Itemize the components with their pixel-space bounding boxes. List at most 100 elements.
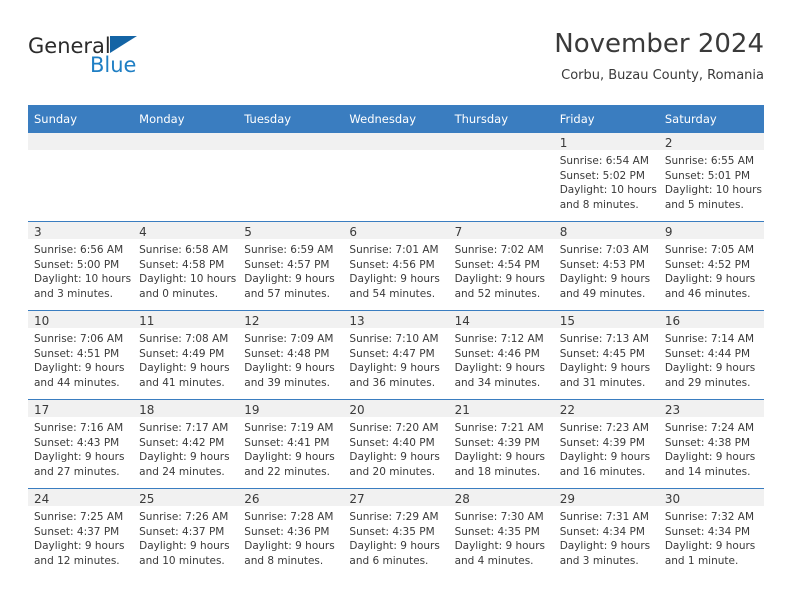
daylight-text-line2: and 20 minutes.	[349, 465, 436, 478]
calendar-day-cell[interactable]: 2 Sunrise: 6:55 AM Sunset: 5:01 PM Daylight…	[658, 133, 764, 222]
calendar-day-cell[interactable]: 4 Sunrise: 6:58 AM Sunset: 4:58 PM Daylight…	[133, 221, 239, 311]
sunrise-text: Sunrise: 7:23 AM	[559, 422, 649, 434]
day-cell-inner: 1 Sunrise: 6:54 AM Sunset: 5:02 PM Daylight…	[553, 133, 659, 221]
day-number-band	[238, 133, 344, 150]
sunrise-text: Sunrise: 7:05 AM	[664, 244, 755, 256]
day-cell-inner: 18 Sunrise: 7:17 AM Sunset: 4:42 PM Dayligh…	[133, 400, 239, 488]
calendar-day-cell[interactable]: 9 Sunrise: 7:05 AM Sunset: 4:52 PM Daylight…	[658, 221, 764, 311]
day-cell-details: Sunrise: 7:28 AM Sunset: 4:36 PM Daylight:…	[238, 506, 343, 568]
calendar-day-cell[interactable]: 16 Sunrise: 7:14 AM Sunset: 4:44 PM Dayligh…	[658, 310, 764, 400]
calendar-day-cell[interactable]: 15 Sunrise: 7:13 AM Sunset: 4:45 PM Dayligh…	[553, 310, 659, 400]
brand-logo[interactable]: General Blue	[28, 34, 228, 86]
sunset-text: Sunset: 4:52 PM	[664, 258, 751, 271]
sunset-text: Sunset: 4:39 PM	[454, 436, 540, 449]
day-number-band: 30	[658, 489, 764, 506]
sunset-text: Sunset: 4:40 PM	[349, 436, 435, 449]
day-number-band: 6	[343, 222, 449, 239]
daylight-text-line2: and 4 minutes.	[454, 554, 534, 567]
daylight-text-line1: Daylight: 9 hours	[139, 451, 230, 464]
day-number-band: 14	[448, 311, 554, 328]
sunrise-text: Sunrise: 7:20 AM	[349, 422, 439, 434]
day-number: 29	[559, 492, 575, 506]
calendar-day-cell[interactable]: 28 Sunrise: 7:30 AM Sunset: 4:35 PM Dayligh…	[448, 488, 554, 577]
calendar-day-cell[interactable]: 3 Sunrise: 6:56 AM Sunset: 5:00 PM Daylight…	[28, 221, 134, 311]
day-cell-inner: 30 Sunrise: 7:32 AM Sunset: 4:34 PM Dayligh…	[658, 489, 764, 577]
day-number: 11	[139, 314, 155, 328]
daylight-text-line1: Daylight: 9 hours	[139, 540, 230, 553]
day-number-band	[448, 133, 554, 150]
calendar-day-cell[interactable]: 25 Sunrise: 7:26 AM Sunset: 4:37 PM Dayligh…	[133, 488, 239, 577]
sunset-text: Sunset: 4:54 PM	[454, 258, 540, 271]
calendar-day-cell[interactable]: 12 Sunrise: 7:09 AM Sunset: 4:48 PM Dayligh…	[238, 310, 344, 400]
calendar-day-cell[interactable]: 19 Sunrise: 7:19 AM Sunset: 4:41 PM Dayligh…	[238, 399, 344, 489]
day-cell-inner: 3 Sunrise: 6:56 AM Sunset: 5:00 PM Daylight…	[28, 222, 134, 310]
day-cell-inner: 7 Sunrise: 7:02 AM Sunset: 4:54 PM Daylight…	[448, 222, 554, 310]
calendar-day-cell[interactable]: 27 Sunrise: 7:29 AM Sunset: 4:35 PM Dayligh…	[343, 488, 449, 577]
day-number: 27	[349, 492, 365, 506]
daylight-text-line1: Daylight: 9 hours	[664, 540, 756, 553]
calendar-day-cell[interactable]: 24 Sunrise: 7:25 AM Sunset: 4:37 PM Dayligh…	[28, 488, 134, 577]
day-cell-details: Sunrise: 6:54 AM Sunset: 5:02 PM Daylight:…	[554, 150, 659, 212]
page-title: November 2024	[554, 29, 764, 59]
sunrise-text: Sunrise: 7:14 AM	[664, 333, 755, 345]
day-cell-details: Sunrise: 7:32 AM Sunset: 4:34 PM Daylight:…	[659, 506, 764, 568]
calendar-day-cell[interactable]: 17 Sunrise: 7:16 AM Sunset: 4:43 PM Dayligh…	[28, 399, 134, 489]
calendar-day-cell[interactable]: 10 Sunrise: 7:06 AM Sunset: 4:51 PM Dayligh…	[28, 310, 134, 400]
daylight-text-line1: Daylight: 9 hours	[559, 362, 651, 375]
calendar-day-cell[interactable]: 13 Sunrise: 7:10 AM Sunset: 4:47 PM Dayligh…	[343, 310, 449, 400]
calendar-page: General Blue November 2024 Corbu, Buzau …	[0, 0, 792, 612]
daylight-text-line2: and 16 minutes.	[559, 465, 646, 478]
day-cell-details: Sunrise: 6:56 AM Sunset: 5:00 PM Daylight:…	[28, 239, 133, 301]
sunset-text: Sunset: 4:38 PM	[664, 436, 751, 449]
daylight-text-line2: and 1 minute.	[664, 554, 739, 567]
calendar-day-cell[interactable]: 20 Sunrise: 7:20 AM Sunset: 4:40 PM Dayligh…	[343, 399, 449, 489]
calendar-day-cell[interactable]: 11 Sunrise: 7:08 AM Sunset: 4:49 PM Dayligh…	[133, 310, 239, 400]
day-cell-details: Sunrise: 7:26 AM Sunset: 4:37 PM Daylight:…	[133, 506, 238, 568]
calendar-day-cell[interactable]: 14 Sunrise: 7:12 AM Sunset: 4:46 PM Dayligh…	[448, 310, 554, 400]
page-header: General Blue November 2024 Corbu, Buzau …	[28, 28, 764, 96]
calendar-day-cell[interactable]: 6 Sunrise: 7:01 AM Sunset: 4:56 PM Daylight…	[343, 221, 449, 311]
calendar-day-cell[interactable]: 7 Sunrise: 7:02 AM Sunset: 4:54 PM Daylight…	[448, 221, 554, 311]
calendar-day-cell[interactable]: 5 Sunrise: 6:59 AM Sunset: 4:57 PM Daylight…	[238, 221, 344, 311]
sunrise-text: Sunrise: 7:29 AM	[349, 511, 439, 523]
calendar-week-row: 1 Sunrise: 6:54 AM Sunset: 5:02 PM Daylight…	[28, 133, 764, 222]
daylight-text-line1: Daylight: 9 hours	[34, 362, 125, 375]
day-cell-inner	[28, 133, 134, 221]
calendar-day-cell[interactable]: 26 Sunrise: 7:28 AM Sunset: 4:36 PM Dayligh…	[238, 488, 344, 577]
calendar-day-cell[interactable]: 30 Sunrise: 7:32 AM Sunset: 4:34 PM Dayligh…	[658, 488, 764, 577]
sunset-text: Sunset: 4:36 PM	[244, 525, 330, 538]
calendar-day-cell[interactable]: 29 Sunrise: 7:31 AM Sunset: 4:34 PM Dayligh…	[553, 488, 659, 577]
day-cell-inner: 29 Sunrise: 7:31 AM Sunset: 4:34 PM Dayligh…	[553, 489, 659, 577]
day-cell-inner: 5 Sunrise: 6:59 AM Sunset: 4:57 PM Daylight…	[238, 222, 344, 310]
day-cell-details: Sunrise: 7:25 AM Sunset: 4:37 PM Daylight:…	[28, 506, 133, 568]
daylight-text-line2: and 29 minutes.	[664, 376, 751, 389]
day-number-band: 24	[28, 489, 134, 506]
daylight-text-line1: Daylight: 9 hours	[454, 362, 545, 375]
calendar-day-cell[interactable]: 18 Sunrise: 7:17 AM Sunset: 4:42 PM Dayligh…	[133, 399, 239, 489]
sunset-text: Sunset: 4:57 PM	[244, 258, 330, 271]
calendar-week-row: 3 Sunrise: 6:56 AM Sunset: 5:00 PM Daylight…	[28, 221, 764, 311]
sunset-text: Sunset: 4:56 PM	[349, 258, 435, 271]
day-cell-details: Sunrise: 6:55 AM Sunset: 5:01 PM Daylight:…	[659, 150, 764, 212]
day-number-band: 4	[133, 222, 239, 239]
day-number: 7	[454, 225, 463, 239]
calendar-day-cell[interactable]: 22 Sunrise: 7:23 AM Sunset: 4:39 PM Dayligh…	[553, 399, 659, 489]
page-subtitle: Corbu, Buzau County, Romania	[561, 68, 764, 83]
daylight-text-line2: and 3 minutes.	[34, 287, 113, 300]
calendar-day-cell[interactable]: 21 Sunrise: 7:21 AM Sunset: 4:39 PM Dayligh…	[448, 399, 554, 489]
daylight-text-line1: Daylight: 9 hours	[34, 540, 125, 553]
calendar-day-cell[interactable]: 23 Sunrise: 7:24 AM Sunset: 4:38 PM Dayligh…	[658, 399, 764, 489]
daylight-text-line1: Daylight: 9 hours	[244, 362, 335, 375]
daylight-text-line1: Daylight: 9 hours	[244, 451, 335, 464]
day-number-band: 13	[343, 311, 449, 328]
day-number: 12	[244, 314, 260, 328]
day-cell-details: Sunrise: 7:01 AM Sunset: 4:56 PM Daylight:…	[343, 239, 448, 301]
calendar-day-cell[interactable]: 8 Sunrise: 7:03 AM Sunset: 4:53 PM Daylight…	[553, 221, 659, 311]
day-number: 6	[349, 225, 358, 239]
daylight-text-line1: Daylight: 9 hours	[349, 540, 440, 553]
weekday-header-row: Sunday Monday Tuesday Wednesday Thursday…	[28, 105, 764, 133]
day-number: 17	[34, 403, 50, 417]
daylight-text-line2: and 14 minutes.	[664, 465, 751, 478]
calendar-day-cell[interactable]: 1 Sunrise: 6:54 AM Sunset: 5:02 PM Daylight…	[553, 133, 659, 222]
daylight-text-line2: and 46 minutes.	[664, 287, 751, 300]
